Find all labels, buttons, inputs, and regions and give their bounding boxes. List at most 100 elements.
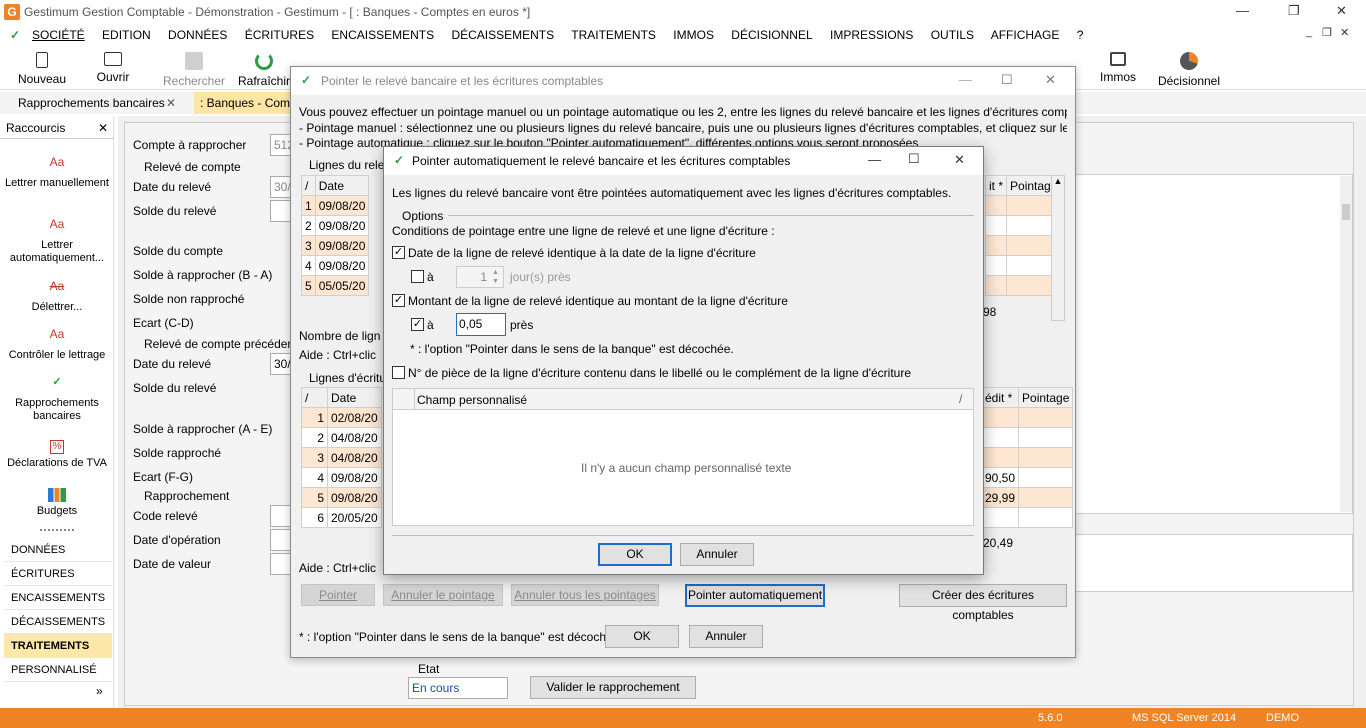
ouvrir-button[interactable]: Ouvrir xyxy=(88,52,138,84)
notes-area[interactable] xyxy=(1075,534,1353,592)
sidebar-more-icon[interactable]: » xyxy=(96,684,103,698)
table-row[interactable] xyxy=(980,447,1074,468)
menu-ecritures[interactable]: ÉCRITURES xyxy=(245,28,314,42)
sidebar-item-lettrer-auto[interactable]: Aa Lettrer automatiquement... xyxy=(4,218,110,265)
menu-decaissements[interactable]: DÉCAISSEMENTS xyxy=(451,28,554,42)
grid-col-pointage[interactable]: Pointage xyxy=(1018,387,1074,408)
sidebar-item-delettrer[interactable]: Aa Délettrer... xyxy=(4,280,110,314)
table-row[interactable] xyxy=(980,507,1074,528)
dialog-pointer-annuler[interactable]: Annuler xyxy=(689,625,763,648)
mdi-restore-button[interactable]: ❐ xyxy=(1322,26,1332,39)
nav-traitements[interactable]: TRAITEMENTS xyxy=(4,634,112,658)
menu-edition[interactable]: EDITION xyxy=(102,28,151,42)
dialog-pointer-max[interactable]: ☐ xyxy=(1001,72,1013,88)
pointer-button[interactable]: Pointer xyxy=(301,584,375,606)
opt-montant-a-checkbox[interactable]: ✓ xyxy=(411,318,424,331)
grid-col-num[interactable]: / xyxy=(301,175,316,196)
minimize-button[interactable]: — xyxy=(1236,3,1249,18)
dialog-auto-max[interactable]: ☐ xyxy=(908,151,920,167)
table-row[interactable]: 5 09/08/20 xyxy=(301,487,382,508)
nav-donnees[interactable]: DONNÉES xyxy=(4,538,112,562)
stepper-arrows-icon[interactable]: ▲ ▼ xyxy=(492,268,499,286)
opt-jours-checkbox[interactable] xyxy=(411,270,424,283)
dialog-auto-close[interactable]: ✕ xyxy=(954,152,965,168)
dialog-pointer-min[interactable]: — xyxy=(959,72,972,87)
dialog-auto-annuler[interactable]: Annuler xyxy=(680,543,754,566)
sidebar-item-controler[interactable]: Aa Contrôler le lettrage xyxy=(4,328,110,362)
nav-encaissements[interactable]: ENCAISSEMENTS xyxy=(4,586,112,610)
tab-banques[interactable]: : Banques - Com xyxy=(194,92,294,114)
menu-immos[interactable]: IMMOS xyxy=(673,28,714,42)
annuler-tous-button[interactable]: Annuler tous les pointages xyxy=(511,584,659,606)
table-row[interactable] xyxy=(984,195,1062,216)
champ-grid-header[interactable]: Champ personnalisé / xyxy=(393,389,973,410)
table-row[interactable]: 90,50 xyxy=(980,467,1074,488)
right-scrollbar[interactable] xyxy=(1340,176,1352,512)
table-row[interactable] xyxy=(984,255,1062,276)
etat-field[interactable]: En cours xyxy=(408,677,508,699)
grid1-scrollbar[interactable]: ▲ xyxy=(1051,175,1065,321)
sidebar-item-lettrer-manuellement[interactable]: Aa Lettrer manuellement xyxy=(4,156,110,190)
menu-impressions[interactable]: IMPRESSIONS xyxy=(830,28,913,42)
sidebar-close-icon[interactable]: ✕ xyxy=(98,121,108,135)
menu-traitements[interactable]: TRAITEMENTS xyxy=(571,28,656,42)
menu-decisionnel[interactable]: DÉCISIONNEL xyxy=(731,28,812,42)
valider-rapprochement-button[interactable]: Valider le rapprochement xyxy=(530,676,696,699)
dialog-pointer-close[interactable]: ✕ xyxy=(1045,72,1056,88)
opt-date-checkbox[interactable]: ✓ xyxy=(392,246,405,259)
decisionnel-button[interactable]: Décisionnel xyxy=(1154,52,1224,88)
nav-decaissements[interactable]: DÉCAISSEMENTS xyxy=(4,610,112,634)
menu-encaissements[interactable]: ENCAISSEMENTS xyxy=(331,28,434,42)
menu-donnees[interactable]: DONNÉES xyxy=(168,28,227,42)
grid-col-credit[interactable]: it * xyxy=(984,175,1008,196)
dialog-auto-min[interactable]: — xyxy=(868,152,881,167)
table-row[interactable]: 2 09/08/20 xyxy=(301,215,370,236)
menu-affichage[interactable]: AFFICHAGE xyxy=(991,28,1060,42)
table-row[interactable]: 29,99 xyxy=(980,487,1074,508)
table-row[interactable]: 4 09/08/20 xyxy=(301,467,382,488)
nav-ecritures[interactable]: ÉCRITURES xyxy=(4,562,112,586)
rafraichir-button[interactable]: Rafraîchir xyxy=(236,52,292,88)
table-row[interactable] xyxy=(980,427,1074,448)
tab-close-icon[interactable]: ✕ xyxy=(166,96,176,110)
table-row[interactable] xyxy=(980,407,1074,428)
grid-col-credit[interactable]: édit * xyxy=(980,387,1020,408)
grid-col-num[interactable]: / xyxy=(301,387,328,408)
table-row[interactable]: 1 02/08/20 xyxy=(301,407,382,428)
mdi-minimize-button[interactable]: _ xyxy=(1306,26,1312,38)
table-row[interactable] xyxy=(984,275,1062,296)
annuler-pointage-button[interactable]: Annuler le pointage xyxy=(383,584,503,606)
table-row[interactable]: 5 05/05/20 xyxy=(301,275,370,296)
dialog-pointer-ok[interactable]: OK xyxy=(605,625,679,648)
nouveau-button[interactable]: Nouveau xyxy=(14,52,70,86)
tab-rapprochements[interactable]: Rapprochements bancaires xyxy=(18,96,165,110)
table-row[interactable] xyxy=(984,235,1062,256)
scroll-thumb[interactable] xyxy=(1342,204,1350,220)
immos-button[interactable]: Immos xyxy=(1094,52,1142,84)
table-row[interactable]: 3 04/08/20 xyxy=(301,447,382,468)
montant-field[interactable]: 0,05 xyxy=(456,313,506,336)
table-row[interactable]: 6 20/05/20 xyxy=(301,507,382,528)
sidebar-item-rapprochements[interactable]: ✓ Rapprochements bancaires xyxy=(4,376,110,423)
restore-button[interactable]: ❐ xyxy=(1288,3,1300,19)
opt-piece-checkbox[interactable] xyxy=(392,366,405,379)
menu-societe[interactable]: SOCIÉTÉ xyxy=(32,28,85,42)
rechercher-button[interactable]: Rechercher xyxy=(160,52,228,88)
menu-help[interactable]: ? xyxy=(1077,28,1084,42)
sidebar-item-budgets[interactable]: Budgets xyxy=(4,488,110,518)
close-button[interactable]: ✕ xyxy=(1336,3,1347,19)
table-row[interactable]: 4 09/08/20 xyxy=(301,255,370,276)
opt-montant-checkbox[interactable]: ✓ xyxy=(392,294,405,307)
nav-personnalise[interactable]: PERSONNALISÉ xyxy=(4,658,112,682)
mdi-close-button[interactable]: ✕ xyxy=(1340,26,1349,39)
sidebar-item-tva[interactable]: % Déclarations de TVA xyxy=(4,440,110,470)
table-row[interactable]: 3 09/08/20 xyxy=(301,235,370,256)
table-row[interactable]: 1 09/08/20 xyxy=(301,195,370,216)
table-row[interactable] xyxy=(984,215,1062,236)
column-chooser-icon[interactable]: / xyxy=(959,392,962,406)
sidebar-grip[interactable] xyxy=(40,529,74,531)
creer-ecritures-button[interactable]: Créer des écritures comptables xyxy=(899,584,1067,622)
dialog-auto-ok[interactable]: OK xyxy=(598,543,672,566)
pointer-automatiquement-button[interactable]: Pointer automatiquement xyxy=(685,584,825,607)
grid-col-date[interactable]: Date xyxy=(314,175,370,196)
